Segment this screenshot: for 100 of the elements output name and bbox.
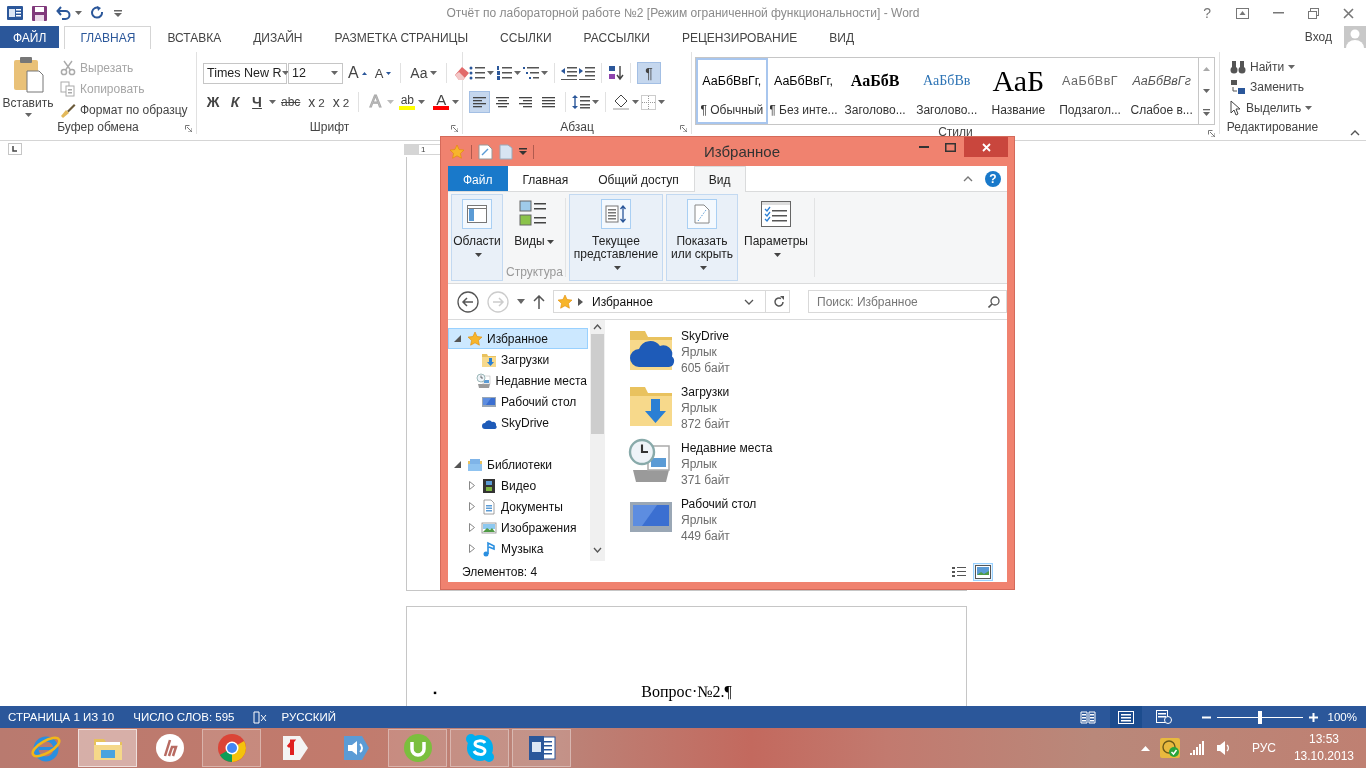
format-button[interactable]: К (225, 91, 245, 113)
browser-icon[interactable] (215, 732, 248, 764)
tree-item[interactable]: Недавние места (448, 370, 588, 391)
dialog-launcher-icon[interactable] (1208, 130, 1215, 137)
grow-font-button[interactable]: A (345, 62, 370, 84)
caret-icon[interactable] (699, 265, 707, 270)
back-icon[interactable] (457, 290, 479, 313)
find-button[interactable]: Найти (1226, 58, 1317, 76)
eraser-icon[interactable] (453, 65, 472, 81)
caret-icon[interactable] (474, 252, 482, 257)
select-button[interactable]: Выделить (1226, 98, 1317, 118)
ribbon-tab[interactable]: РАССЫЛКИ (567, 26, 666, 49)
tree-item[interactable]: Избранное (448, 328, 588, 349)
slider-thumb[interactable] (1257, 710, 1262, 724)
star-icon[interactable] (449, 143, 465, 160)
caret-icon[interactable] (658, 100, 665, 104)
multilevel-icon[interactable] (523, 66, 539, 80)
close-icon[interactable] (1343, 7, 1354, 19)
font-color-button[interactable]: A (430, 91, 463, 113)
help-button[interactable]: ? (1202, 4, 1212, 22)
caret-icon[interactable] (514, 71, 521, 75)
zoom-in-icon[interactable] (1308, 712, 1318, 722)
tree-item[interactable]: Рабочий стол (448, 391, 588, 412)
caret-icon[interactable] (592, 100, 599, 104)
file-menu-button[interactable]: ФАЙЛ (0, 26, 60, 48)
address-bar[interactable]: Избранное (553, 290, 766, 313)
dialog-launcher-icon[interactable] (680, 125, 687, 132)
style-item[interactable]: АаБбВвГг, ¶ Обычный (696, 58, 768, 124)
file-name[interactable]: Недавние места (681, 440, 773, 456)
ribbon-button[interactable]: Показать или скрыть (666, 194, 738, 281)
taskbar-button[interactable] (512, 729, 571, 767)
file-name[interactable]: SkyDrive (681, 328, 730, 344)
refresh-button[interactable] (764, 290, 790, 313)
tree-item[interactable]: Видео (448, 475, 588, 496)
language-indicator[interactable]: РУССКИЙ (281, 711, 337, 723)
caret-icon[interactable] (773, 252, 781, 257)
recent-locations-icon[interactable] (517, 299, 525, 304)
ribbon-tab[interactable]: ССЫЛКИ (484, 26, 568, 49)
collapsed-icon[interactable] (468, 502, 475, 511)
round-logo-icon[interactable] (401, 732, 434, 764)
ribbon-tab[interactable]: ВСТАВКА (151, 26, 238, 49)
sign-in-link[interactable]: Вход (1304, 30, 1332, 44)
caret-icon[interactable] (430, 71, 438, 75)
ribbon-tab[interactable]: ГЛАВНАЯ (64, 26, 152, 49)
round-logo-icon[interactable] (153, 732, 186, 764)
file-name[interactable]: Рабочий стол (681, 496, 757, 512)
ribbon-button[interactable]: Виды (506, 194, 562, 249)
caret-icon[interactable] (613, 265, 621, 270)
paste-button[interactable]: Вставить (0, 52, 56, 120)
customize-icon[interactable] (519, 148, 527, 155)
collapsed-icon[interactable] (468, 544, 475, 553)
ribbon-tab[interactable]: Вид (693, 166, 746, 192)
dialog-launcher-icon[interactable] (185, 125, 192, 132)
increase-indent-icon[interactable] (579, 66, 595, 80)
ribbon-tab[interactable]: Общий доступ (583, 166, 694, 192)
ribbon-button[interactable]: Текущее представление (569, 194, 663, 281)
save-icon[interactable] (32, 5, 47, 21)
caret-icon[interactable] (487, 71, 494, 75)
collapse-ribbon-icon[interactable] (963, 175, 973, 182)
line-spacing-icon[interactable] (572, 95, 590, 109)
replace-button[interactable]: Заменить (1226, 77, 1317, 97)
borders-icon[interactable] (641, 94, 656, 110)
redo-icon[interactable] (91, 5, 105, 21)
expanded-icon[interactable] (454, 335, 461, 342)
tree-item[interactable]: Документы (448, 496, 588, 517)
caret-icon[interactable] (541, 71, 548, 75)
up-icon[interactable] (533, 294, 545, 309)
document-icon[interactable] (7, 5, 23, 21)
ribbon-tab[interactable]: ДИЗАЙН (237, 26, 319, 49)
tree-item[interactable]: Библиотеки (448, 454, 588, 475)
numbering-icon[interactable] (496, 66, 512, 80)
ribbon-tab[interactable]: РАЗМЕТКА СТРАНИЦЫ (318, 26, 485, 49)
style-item[interactable]: АаБ Название (982, 58, 1055, 124)
style-item[interactable]: АаБбВ Заголово... (839, 58, 911, 124)
close-button[interactable] (964, 137, 1008, 157)
style-item[interactable]: АаБбВвГг Слабое в... (1125, 58, 1198, 124)
volume-icon[interactable] (1215, 740, 1230, 756)
style-item[interactable]: АаБбВв Заголово... (910, 58, 983, 124)
caret-icon[interactable] (75, 11, 82, 15)
change-case-button[interactable]: Aa (407, 62, 441, 84)
caret-icon[interactable] (281, 71, 289, 75)
caret-icon[interactable] (1305, 106, 1313, 110)
caret-icon[interactable] (418, 100, 426, 104)
scrollbar[interactable] (590, 320, 605, 561)
taskbar-button[interactable] (202, 729, 261, 767)
tree-item[interactable]: Загрузки (448, 349, 588, 370)
format-button[interactable]: abc (278, 91, 304, 113)
globe-check-icon[interactable] (1159, 738, 1180, 758)
word-count[interactable]: ЧИСЛО СЛОВ: 595 (133, 711, 235, 723)
font-size-field[interactable]: 12 (288, 62, 343, 84)
zoom-level[interactable]: 100% (1327, 711, 1357, 723)
ribbon-display-icon[interactable] (1236, 7, 1249, 19)
tree-item[interactable]: Изображения (448, 517, 588, 538)
expanded-icon[interactable] (454, 461, 461, 468)
caret-icon[interactable] (331, 71, 338, 75)
caret-icon[interactable] (546, 239, 554, 244)
page-count[interactable]: СТРАНИЦА 1 ИЗ 10 (8, 711, 115, 723)
help-button[interactable]: ? (985, 170, 1001, 187)
caret-icon[interactable] (632, 100, 639, 104)
sort-icon[interactable] (608, 65, 624, 81)
